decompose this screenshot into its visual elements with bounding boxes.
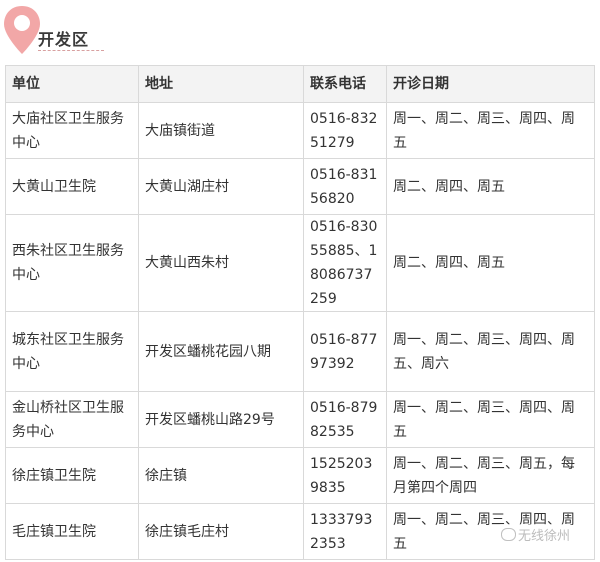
watermark: 无线徐州 [498,524,574,545]
table-row: 金山桥社区卫生服务中心 开发区蟠桃山路29号 0516-87982535 周一、… [5,391,595,448]
table-row: 西朱社区卫生服务中心 大黄山西朱村 0516-83055885、18086737… [5,214,595,312]
cell-open-days: 周一、周二、周三、周四、周五、周六 [386,311,595,392]
cell-open-days: 周一、周二、周三、周四、周五 [386,391,595,448]
cell-address: 大黄山湖庄村 [138,158,304,215]
table-row: 大黄山卫生院 大黄山湖庄村 0516-83156820 周二、周四、周五 [5,158,595,215]
cell-unit: 毛庄镇卫生院 [5,503,139,560]
clinic-table: 单位 地址 联系电话 开诊日期 大庙社区卫生服务中心 大庙镇街道 0516-83… [5,65,595,560]
cell-unit: 大黄山卫生院 [5,158,139,215]
cell-unit: 城东社区卫生服务中心 [5,311,139,392]
cell-phone: 13337932353 [303,503,387,560]
table-row: 城东社区卫生服务中心 开发区蟠桃花园八期 0516-87797392 周一、周二… [5,311,595,392]
cell-address: 大庙镇街道 [138,102,304,159]
cell-open-days: 周二、周四、周五 [386,158,595,215]
cell-phone: 0516-83251279 [303,102,387,159]
cell-phone: 0516-87982535 [303,391,387,448]
cell-phone: 0516-87797392 [303,311,387,392]
header-phone: 联系电话 [303,65,387,103]
cell-open-days: 周一、周二、周三、周四、周五 [386,102,595,159]
location-pin-icon [4,6,40,54]
cell-phone: 15252039835 [303,447,387,504]
cell-address: 开发区蟠桃花园八期 [138,311,304,392]
cell-address: 开发区蟠桃山路29号 [138,391,304,448]
cell-address: 大黄山西朱村 [138,214,304,312]
section-header: 开发区 [0,0,600,64]
table-row: 大庙社区卫生服务中心 大庙镇街道 0516-83251279 周一、周二、周三、… [5,102,595,159]
header-unit: 单位 [5,65,139,103]
header-address: 地址 [138,65,304,103]
cell-open-days: 周二、周四、周五 [386,214,595,312]
header-open-days: 开诊日期 [386,65,595,103]
wechat-icon [501,528,516,541]
cell-phone: 0516-83055885、18086737259 [303,214,387,312]
cell-phone: 0516-83156820 [303,158,387,215]
cell-open-days: 周一、周二、周三、周五，每月第四个周四 [386,447,595,504]
cell-unit: 西朱社区卫生服务中心 [5,214,139,312]
table-row: 徐庄镇卫生院 徐庄镇 15252039835 周一、周二、周三、周五，每月第四个… [5,447,595,504]
table-header-row: 单位 地址 联系电话 开诊日期 [5,65,595,103]
title-underline [38,50,104,51]
watermark-text: 无线徐州 [518,529,571,544]
cell-address: 徐庄镇 [138,447,304,504]
cell-unit: 金山桥社区卫生服务中心 [5,391,139,448]
cell-unit: 徐庄镇卫生院 [5,447,139,504]
section-title: 开发区 [38,30,90,49]
cell-unit: 大庙社区卫生服务中心 [5,102,139,159]
cell-address: 徐庄镇毛庄村 [138,503,304,560]
